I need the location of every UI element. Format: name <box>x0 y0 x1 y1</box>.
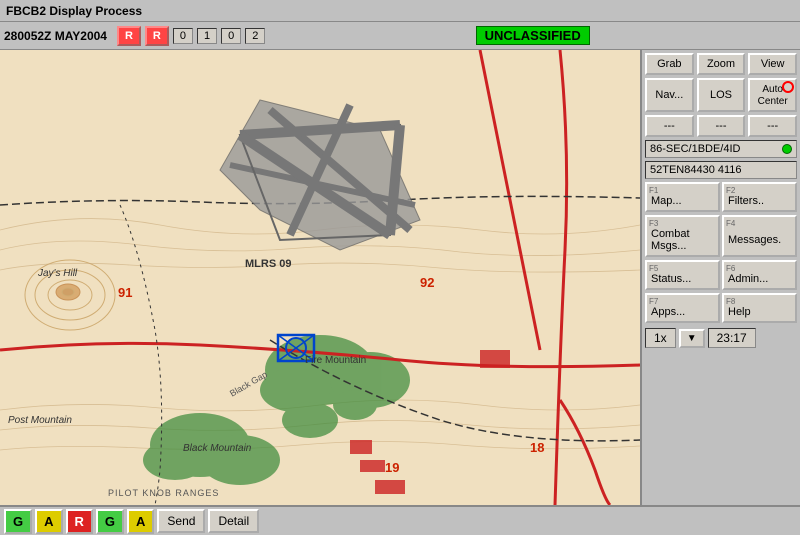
zoom-level: 1x <box>645 328 676 348</box>
app-title: FBCB2 Display Process <box>6 4 142 18</box>
place-fire-mountain: Fire Mountain <box>305 355 366 366</box>
zoom-arrow-button[interactable]: ▼ <box>679 329 705 348</box>
f1-key: F1 <box>649 186 658 195</box>
place-pilot-knob: PILOT KNOB RANGES <box>108 488 219 498</box>
los-button[interactable]: LOS <box>697 78 746 112</box>
place-mlrs09: MLRS 09 <box>245 258 291 270</box>
time-display: 23:17 <box>708 328 756 348</box>
f4-key: F4 <box>726 219 735 228</box>
f1-label: Map... <box>651 195 714 207</box>
r2-button[interactable]: R <box>145 26 169 46</box>
unit-id-box: 86-SEC/1BDE/4ID <box>645 140 797 158</box>
nav-button[interactable]: Nav... <box>645 78 694 112</box>
num1: 1 <box>197 28 217 44</box>
place-black-mountain: Black Mountain <box>183 443 251 454</box>
top-bar: 280052Z MAY2004 R R 0 1 0 2 UNCLASSIFIED <box>0 22 800 50</box>
f7-label: Apps... <box>651 306 714 318</box>
f1-map-button[interactable]: F1 Map... <box>645 182 720 212</box>
auto-center-ring <box>782 81 794 93</box>
grid-label-19: 19 <box>385 460 399 475</box>
map-area[interactable]: 91 92 18 19 Jay's Hill Post Mountain MLR… <box>0 50 640 505</box>
f7-apps-button[interactable]: F7 Apps... <box>645 293 720 323</box>
zoom-button[interactable]: Zoom <box>697 53 746 75</box>
f5-label: Status... <box>651 273 714 285</box>
bottom-bar: G A R G A Send Detail <box>0 505 800 535</box>
unit-id-label: 86-SEC/1BDE/4ID <box>650 143 740 155</box>
dash-btn-2[interactable]: --- <box>697 115 746 137</box>
f8-label: Help <box>728 306 791 318</box>
place-post-mountain: Post Mountain <box>8 415 72 426</box>
right-panel: Grab Zoom View Nav... LOS Auto Center --… <box>640 50 800 505</box>
f5-key: F5 <box>649 264 658 273</box>
num2: 0 <box>221 28 241 44</box>
status-green-dot <box>782 144 792 154</box>
coords-label: 52TEN84430 4116 <box>650 164 742 176</box>
content-area: 91 92 18 19 Jay's Hill Post Mountain MLR… <box>0 50 800 505</box>
a1-button[interactable]: A <box>35 509 62 534</box>
place-jays-hill: Jay's Hill <box>38 268 77 279</box>
title-bar: FBCB2 Display Process <box>0 0 800 22</box>
grid-label-18: 18 <box>530 440 544 455</box>
classification-badge: UNCLASSIFIED <box>476 26 590 45</box>
f8-key: F8 <box>726 297 735 306</box>
dash-btn-3[interactable]: --- <box>748 115 797 137</box>
f8-help-button[interactable]: F8 Help <box>722 293 797 323</box>
f6-label: Admin... <box>728 273 791 285</box>
f2-filters-button[interactable]: F2 Filters.. <box>722 182 797 212</box>
f4-messages-button[interactable]: F4 Messages. <box>722 215 797 257</box>
grid-label-92: 92 <box>420 275 434 290</box>
f7-key: F7 <box>649 297 658 306</box>
f3-key: F3 <box>649 219 658 228</box>
detail-button[interactable]: Detail <box>208 509 259 533</box>
f2-key: F2 <box>726 186 735 195</box>
g2-button[interactable]: G <box>96 509 124 534</box>
grid-label-91: 91 <box>118 285 132 300</box>
a2-button[interactable]: A <box>127 509 154 534</box>
view-button[interactable]: View <box>748 53 797 75</box>
f5-status-button[interactable]: F5 Status... <box>645 260 720 290</box>
r-button[interactable]: R <box>66 509 93 534</box>
f4-label: Messages. <box>728 234 791 246</box>
num3: 2 <box>245 28 265 44</box>
f6-admin-button[interactable]: F6 Admin... <box>722 260 797 290</box>
g1-button[interactable]: G <box>4 509 32 534</box>
num0: 0 <box>173 28 193 44</box>
send-button[interactable]: Send <box>157 509 205 533</box>
auto-center-button[interactable]: Auto Center <box>748 78 797 112</box>
grab-button[interactable]: Grab <box>645 53 694 75</box>
f3-label: Combat Msgs... <box>651 228 714 252</box>
f6-key: F6 <box>726 264 735 273</box>
datetime-label: 280052Z MAY2004 <box>4 29 107 43</box>
dash-btn-1[interactable]: --- <box>645 115 694 137</box>
f2-label: Filters.. <box>728 195 791 207</box>
r1-button[interactable]: R <box>117 26 141 46</box>
f3-combat-button[interactable]: F3 Combat Msgs... <box>645 215 720 257</box>
coords-box: 52TEN84430 4116 <box>645 161 797 179</box>
